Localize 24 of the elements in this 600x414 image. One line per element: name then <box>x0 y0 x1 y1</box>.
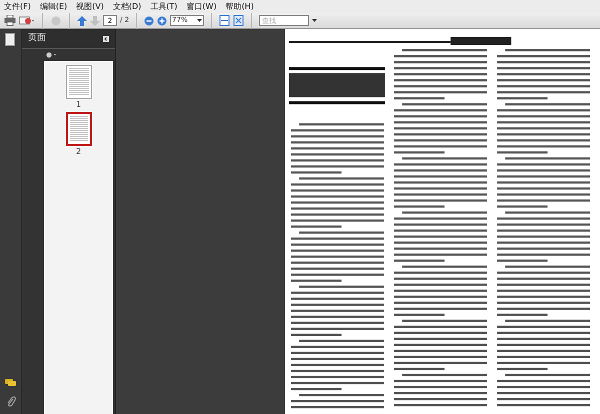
panel-title: 页面 <box>28 32 47 45</box>
fit-page-icon[interactable] <box>233 15 244 26</box>
zoom-in-icon[interactable] <box>157 16 168 26</box>
page-thumbnail[interactable] <box>66 112 92 146</box>
page-thumbnail[interactable] <box>66 65 92 99</box>
caret-icon <box>197 18 202 22</box>
menu-item[interactable]: 文档(D) <box>112 2 142 10</box>
thumbnail-label: 2 <box>76 146 82 158</box>
comments-icon[interactable] <box>4 378 16 388</box>
up-arrow-icon[interactable] <box>77 16 87 26</box>
menu-item[interactable]: 窗口(W) <box>186 2 217 10</box>
pages-icon[interactable] <box>5 33 16 46</box>
zoom-out-icon[interactable] <box>144 16 154 26</box>
menu-item[interactable]: 编辑(E) <box>40 2 68 10</box>
thumbnail-label: 1 <box>76 99 82 111</box>
fit-width-icon[interactable] <box>219 15 230 26</box>
paperclip-icon[interactable] <box>6 396 16 408</box>
menu-item[interactable]: 工具(T) <box>150 2 178 10</box>
print-icon[interactable] <box>4 15 16 26</box>
panel-menu-icon[interactable] <box>103 36 109 42</box>
caret-icon[interactable] <box>312 18 318 22</box>
menu-item[interactable]: 视图(V) <box>76 2 104 10</box>
menu-item[interactable]: 文件(F) <box>4 2 31 10</box>
menu-item[interactable]: 帮助(H) <box>226 2 254 10</box>
